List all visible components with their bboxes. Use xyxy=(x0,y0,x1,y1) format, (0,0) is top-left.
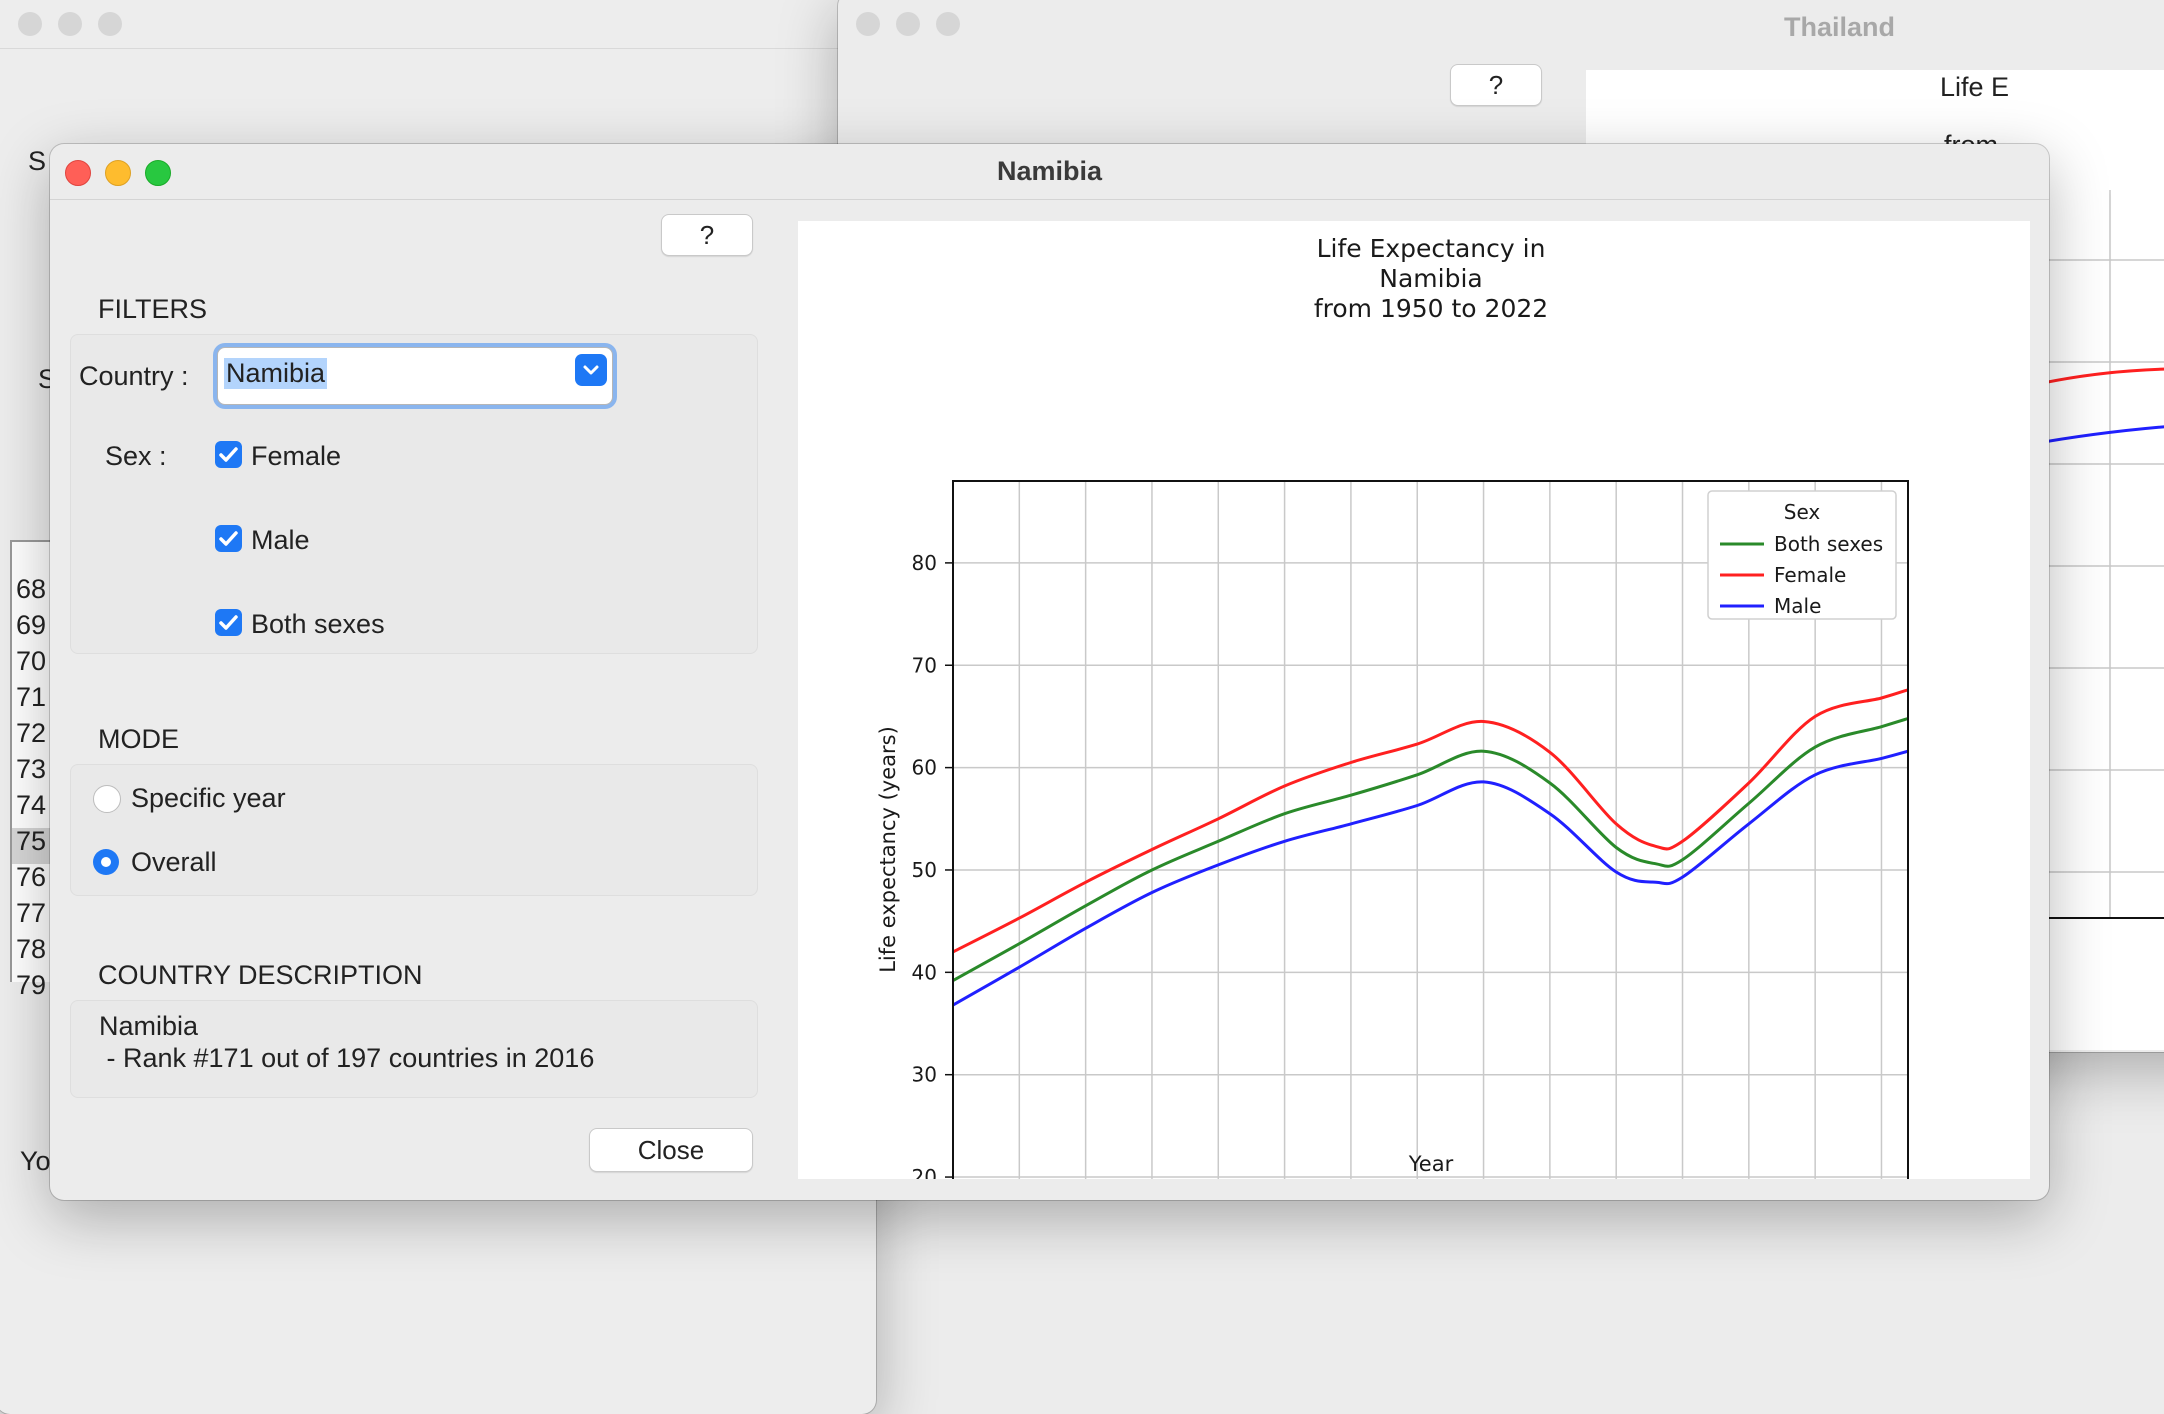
legend-entry: Both sexes xyxy=(1774,532,1883,556)
mode-heading: MODE xyxy=(98,724,179,754)
chevron-down-icon[interactable] xyxy=(575,354,607,386)
series-line-female xyxy=(952,688,1909,954)
both-sexes-checkbox[interactable] xyxy=(215,609,242,636)
list-item[interactable]: 72 xyxy=(16,718,46,749)
background-label: S xyxy=(28,146,47,176)
filters-group: Country : Namibia Sex : Female Male Both… xyxy=(70,334,758,654)
chart-title: Life Expectancy in xyxy=(1317,234,1546,263)
background-list: 68 69 70 71 72 73 74 75 76 77 78 79 xyxy=(10,540,52,1000)
list-item[interactable]: 74 xyxy=(16,790,46,821)
filters-heading: FILTERS xyxy=(98,294,208,324)
legend-title: Sex xyxy=(1784,500,1821,524)
list-item[interactable]: 76 xyxy=(16,862,46,893)
country-label: Country : xyxy=(79,361,189,391)
list-item[interactable]: 78 xyxy=(16,934,46,965)
y-tick-label: 80 xyxy=(912,551,937,575)
country-description-group: Namibia - Rank #171 out of 197 countries… xyxy=(70,1000,758,1098)
list-item[interactable]: 75 xyxy=(16,826,46,857)
country-select[interactable]: Namibia xyxy=(217,347,613,405)
list-item[interactable]: 69 xyxy=(16,610,46,641)
male-checkbox[interactable] xyxy=(215,525,242,552)
legend-entry: Female xyxy=(1774,563,1846,587)
country-description-heading: COUNTRY DESCRIPTION xyxy=(98,960,423,990)
list-item[interactable]: 77 xyxy=(16,898,46,929)
zoom-light-inactive[interactable] xyxy=(98,12,122,36)
specific-year-radio[interactable] xyxy=(93,785,121,813)
x-axis-label: Year xyxy=(1408,1152,1454,1176)
close-button[interactable]: Close xyxy=(589,1128,753,1172)
close-light-inactive[interactable] xyxy=(856,12,880,36)
mode-group: Specific year Overall xyxy=(70,764,758,896)
window-title: Namibia xyxy=(996,156,1103,186)
life-expectancy-chart: Life Expectancy inNamibiafrom 1950 to 20… xyxy=(876,234,1909,1179)
overall-radio[interactable] xyxy=(93,849,119,875)
y-tick-label: 70 xyxy=(912,653,937,677)
y-tick-label: 60 xyxy=(912,756,937,780)
y-tick-label: 30 xyxy=(912,1063,937,1087)
minimize-light-inactive[interactable] xyxy=(896,12,920,36)
list-item[interactable]: 70 xyxy=(16,646,46,677)
description-country-name: Namibia xyxy=(99,1011,199,1041)
help-button[interactable]: ? xyxy=(1450,64,1542,106)
chart-panel: Life Expectancy in Namibia from 1950 to 20… xyxy=(798,221,2030,1179)
y-tick-label: 50 xyxy=(912,858,937,882)
background-label: Yo xyxy=(20,1146,51,1176)
specific-year-label[interactable]: Specific year xyxy=(131,783,286,814)
sex-label: Sex : xyxy=(105,441,167,471)
description-rank: - Rank #171 out of 197 countries in 2016 xyxy=(99,1043,595,1073)
y-axis-label: Life expectancy (years) xyxy=(876,726,900,973)
overall-label[interactable]: Overall xyxy=(131,847,217,878)
zoom-light-inactive[interactable] xyxy=(936,12,960,36)
male-label[interactable]: Male xyxy=(251,525,310,556)
help-button[interactable]: ? xyxy=(661,214,753,256)
namibia-dialog: Namibia ? FILTERS Country : Namibia Sex … xyxy=(50,144,2049,1200)
y-tick-label: 20 xyxy=(912,1165,937,1179)
close-light-inactive[interactable] xyxy=(18,12,42,36)
chart-title: from 1950 to 2022 xyxy=(1314,294,1548,323)
y-tick-label: 40 xyxy=(912,960,937,984)
legend-entry: Male xyxy=(1774,594,1821,618)
list-item[interactable]: 79 xyxy=(16,970,46,1001)
list-item[interactable]: 68 xyxy=(16,574,46,605)
female-label[interactable]: Female xyxy=(251,441,341,472)
list-item[interactable]: 73 xyxy=(16,754,46,785)
country-select-value: Namibia xyxy=(224,358,328,389)
female-checkbox[interactable] xyxy=(215,441,242,468)
both-sexes-label[interactable]: Both sexes xyxy=(251,609,385,640)
chart-title: Namibia xyxy=(1379,264,1482,293)
minimize-light-inactive[interactable] xyxy=(58,12,82,36)
window-title: Thailand xyxy=(1784,12,1896,42)
series-line-both-sexes xyxy=(952,717,1909,982)
list-item[interactable]: 71 xyxy=(16,682,46,713)
